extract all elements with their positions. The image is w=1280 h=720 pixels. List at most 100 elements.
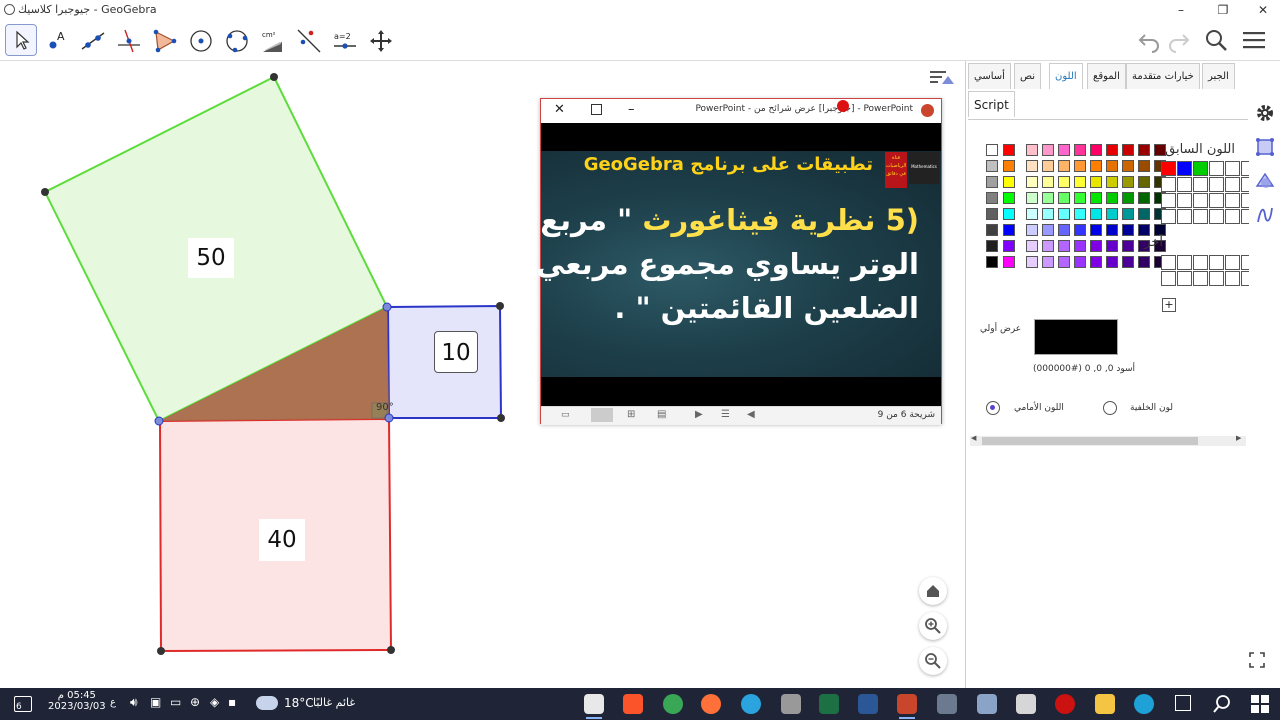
- minimize-button[interactable]: –: [1166, 1, 1196, 19]
- perpendicular-tool-button[interactable]: [112, 24, 144, 56]
- tab-position[interactable]: الموقع: [1087, 63, 1126, 89]
- move-view-tool-button[interactable]: [364, 24, 396, 56]
- green-square-area-label[interactable]: 50: [188, 238, 234, 278]
- recent-color-swatch[interactable]: [1225, 177, 1240, 192]
- color-swatch[interactable]: [1090, 160, 1102, 172]
- color-swatch[interactable]: [1138, 208, 1150, 220]
- custom-color-swatch[interactable]: [1161, 271, 1176, 286]
- color-swatch[interactable]: [1122, 160, 1134, 172]
- settings-gear-icon[interactable]: [1255, 103, 1275, 123]
- tab-text[interactable]: نص: [1014, 63, 1042, 89]
- color-swatch[interactable]: [1058, 144, 1070, 156]
- taskbar-chrome-icon[interactable]: [663, 694, 683, 714]
- close-button[interactable]: ✕: [1248, 1, 1278, 19]
- taskbar-powerpoint-icon[interactable]: [897, 694, 917, 719]
- reading-view-icon[interactable]: ▤: [657, 409, 666, 420]
- color-swatch[interactable]: [1122, 176, 1134, 188]
- color-swatch[interactable]: [1042, 256, 1054, 268]
- powerpoint-window[interactable]: ✕ – PowerPoint - [جيوجبرا] عرض شرائح من …: [536, 98, 942, 425]
- add-custom-color-button[interactable]: +: [1162, 298, 1176, 312]
- network-icon[interactable]: ▣: [150, 695, 161, 709]
- style-bar-toggle[interactable]: [928, 67, 956, 92]
- color-swatch[interactable]: [1042, 192, 1054, 204]
- taskbar-app2-icon[interactable]: [977, 694, 997, 714]
- color-swatch[interactable]: [986, 224, 998, 236]
- weather-temperature[interactable]: 18°C: [284, 696, 314, 710]
- polygon-tool-button[interactable]: [148, 24, 180, 56]
- move-tool-button[interactable]: [5, 24, 37, 56]
- color-swatch[interactable]: [1058, 192, 1070, 204]
- slideshow-play-icon[interactable]: ▶: [695, 409, 703, 420]
- recent-color-swatch[interactable]: [1225, 161, 1240, 176]
- custom-color-swatch[interactable]: [1161, 255, 1176, 270]
- taskbar-file-explorer-icon[interactable]: [1095, 694, 1115, 714]
- color-swatch[interactable]: [1090, 176, 1102, 188]
- color-swatch[interactable]: [1042, 176, 1054, 188]
- color-swatch[interactable]: [1122, 240, 1134, 252]
- color-swatch[interactable]: [1074, 176, 1086, 188]
- color-swatch[interactable]: [1058, 224, 1070, 236]
- red-square-area-label[interactable]: 40: [259, 519, 305, 561]
- graphics-view-icon[interactable]: [1255, 137, 1275, 157]
- ppt-close-button[interactable]: ✕: [554, 102, 565, 117]
- color-swatch[interactable]: [1026, 176, 1038, 188]
- color-swatch[interactable]: [1090, 256, 1102, 268]
- color-swatch[interactable]: [1026, 240, 1038, 252]
- color-swatch[interactable]: [1106, 192, 1118, 204]
- circle-center-tool-button[interactable]: [184, 24, 216, 56]
- color-swatch[interactable]: [1138, 176, 1150, 188]
- antivirus-icon[interactable]: ◈: [210, 695, 219, 709]
- taskbar-search-icon[interactable]: [1212, 694, 1232, 714]
- color-swatch[interactable]: [1042, 240, 1054, 252]
- taskbar-word-icon[interactable]: [858, 694, 878, 714]
- tab-algebra[interactable]: الجبر: [1202, 63, 1235, 89]
- color-swatch[interactable]: [1042, 144, 1054, 156]
- color-swatch[interactable]: [1042, 208, 1054, 220]
- zoom-out-button[interactable]: [919, 647, 947, 675]
- color-swatch[interactable]: [986, 176, 998, 188]
- normal-view-button[interactable]: [591, 408, 613, 422]
- battery-icon[interactable]: ▭: [170, 695, 181, 709]
- color-swatch[interactable]: [1090, 208, 1102, 220]
- recent-color-swatch[interactable]: [1161, 193, 1176, 208]
- color-swatch[interactable]: [1138, 256, 1150, 268]
- input-language[interactable]: ع: [110, 697, 116, 708]
- color-swatch[interactable]: [986, 240, 998, 252]
- color-swatch[interactable]: [1090, 224, 1102, 236]
- color-swatch[interactable]: [1058, 240, 1070, 252]
- recent-color-swatch[interactable]: [1193, 177, 1208, 192]
- color-swatch[interactable]: [1003, 176, 1015, 188]
- color-swatch[interactable]: [1058, 256, 1070, 268]
- zoom-in-button[interactable]: [919, 612, 947, 640]
- color-swatch[interactable]: [1058, 208, 1070, 220]
- recent-color-swatch[interactable]: [1177, 161, 1192, 176]
- color-swatch[interactable]: [1003, 144, 1015, 156]
- slide-area[interactable]: قناة الرياضيات في دقائق Mathematics تطبي…: [536, 123, 941, 406]
- taskbar-recorder-icon[interactable]: [1055, 694, 1075, 714]
- color-swatch[interactable]: [1138, 144, 1150, 156]
- foreground-radio[interactable]: [986, 401, 1000, 415]
- custom-color-swatch[interactable]: [1225, 271, 1240, 286]
- security-icon[interactable]: ⊕: [190, 695, 200, 709]
- tab-advanced[interactable]: خيارات متقدمة: [1126, 63, 1200, 89]
- recent-color-swatch[interactable]: [1193, 209, 1208, 224]
- volume-icon[interactable]: 🔊︎: [130, 695, 138, 710]
- area-tool-button[interactable]: cm²: [256, 24, 288, 56]
- color-swatch[interactable]: [1026, 160, 1038, 172]
- taskbar-excel-icon[interactable]: [819, 694, 839, 714]
- color-swatch[interactable]: [1003, 240, 1015, 252]
- menu-button[interactable]: [1241, 27, 1267, 56]
- tray-app-icon[interactable]: ▪: [228, 695, 236, 709]
- taskbar-usb-icon[interactable]: [781, 694, 801, 714]
- color-swatch[interactable]: [1106, 176, 1118, 188]
- recent-color-swatch[interactable]: [1209, 193, 1224, 208]
- slide-sorter-icon[interactable]: ⊞: [627, 409, 635, 420]
- function-curve-icon[interactable]: [1255, 205, 1275, 225]
- color-swatch[interactable]: [986, 160, 998, 172]
- redo-button[interactable]: [1166, 27, 1192, 56]
- color-swatch[interactable]: [1074, 240, 1086, 252]
- color-swatch[interactable]: [1003, 256, 1015, 268]
- color-swatch[interactable]: [1026, 144, 1038, 156]
- color-swatch[interactable]: [1122, 256, 1134, 268]
- color-palette[interactable]: [986, 144, 1166, 272]
